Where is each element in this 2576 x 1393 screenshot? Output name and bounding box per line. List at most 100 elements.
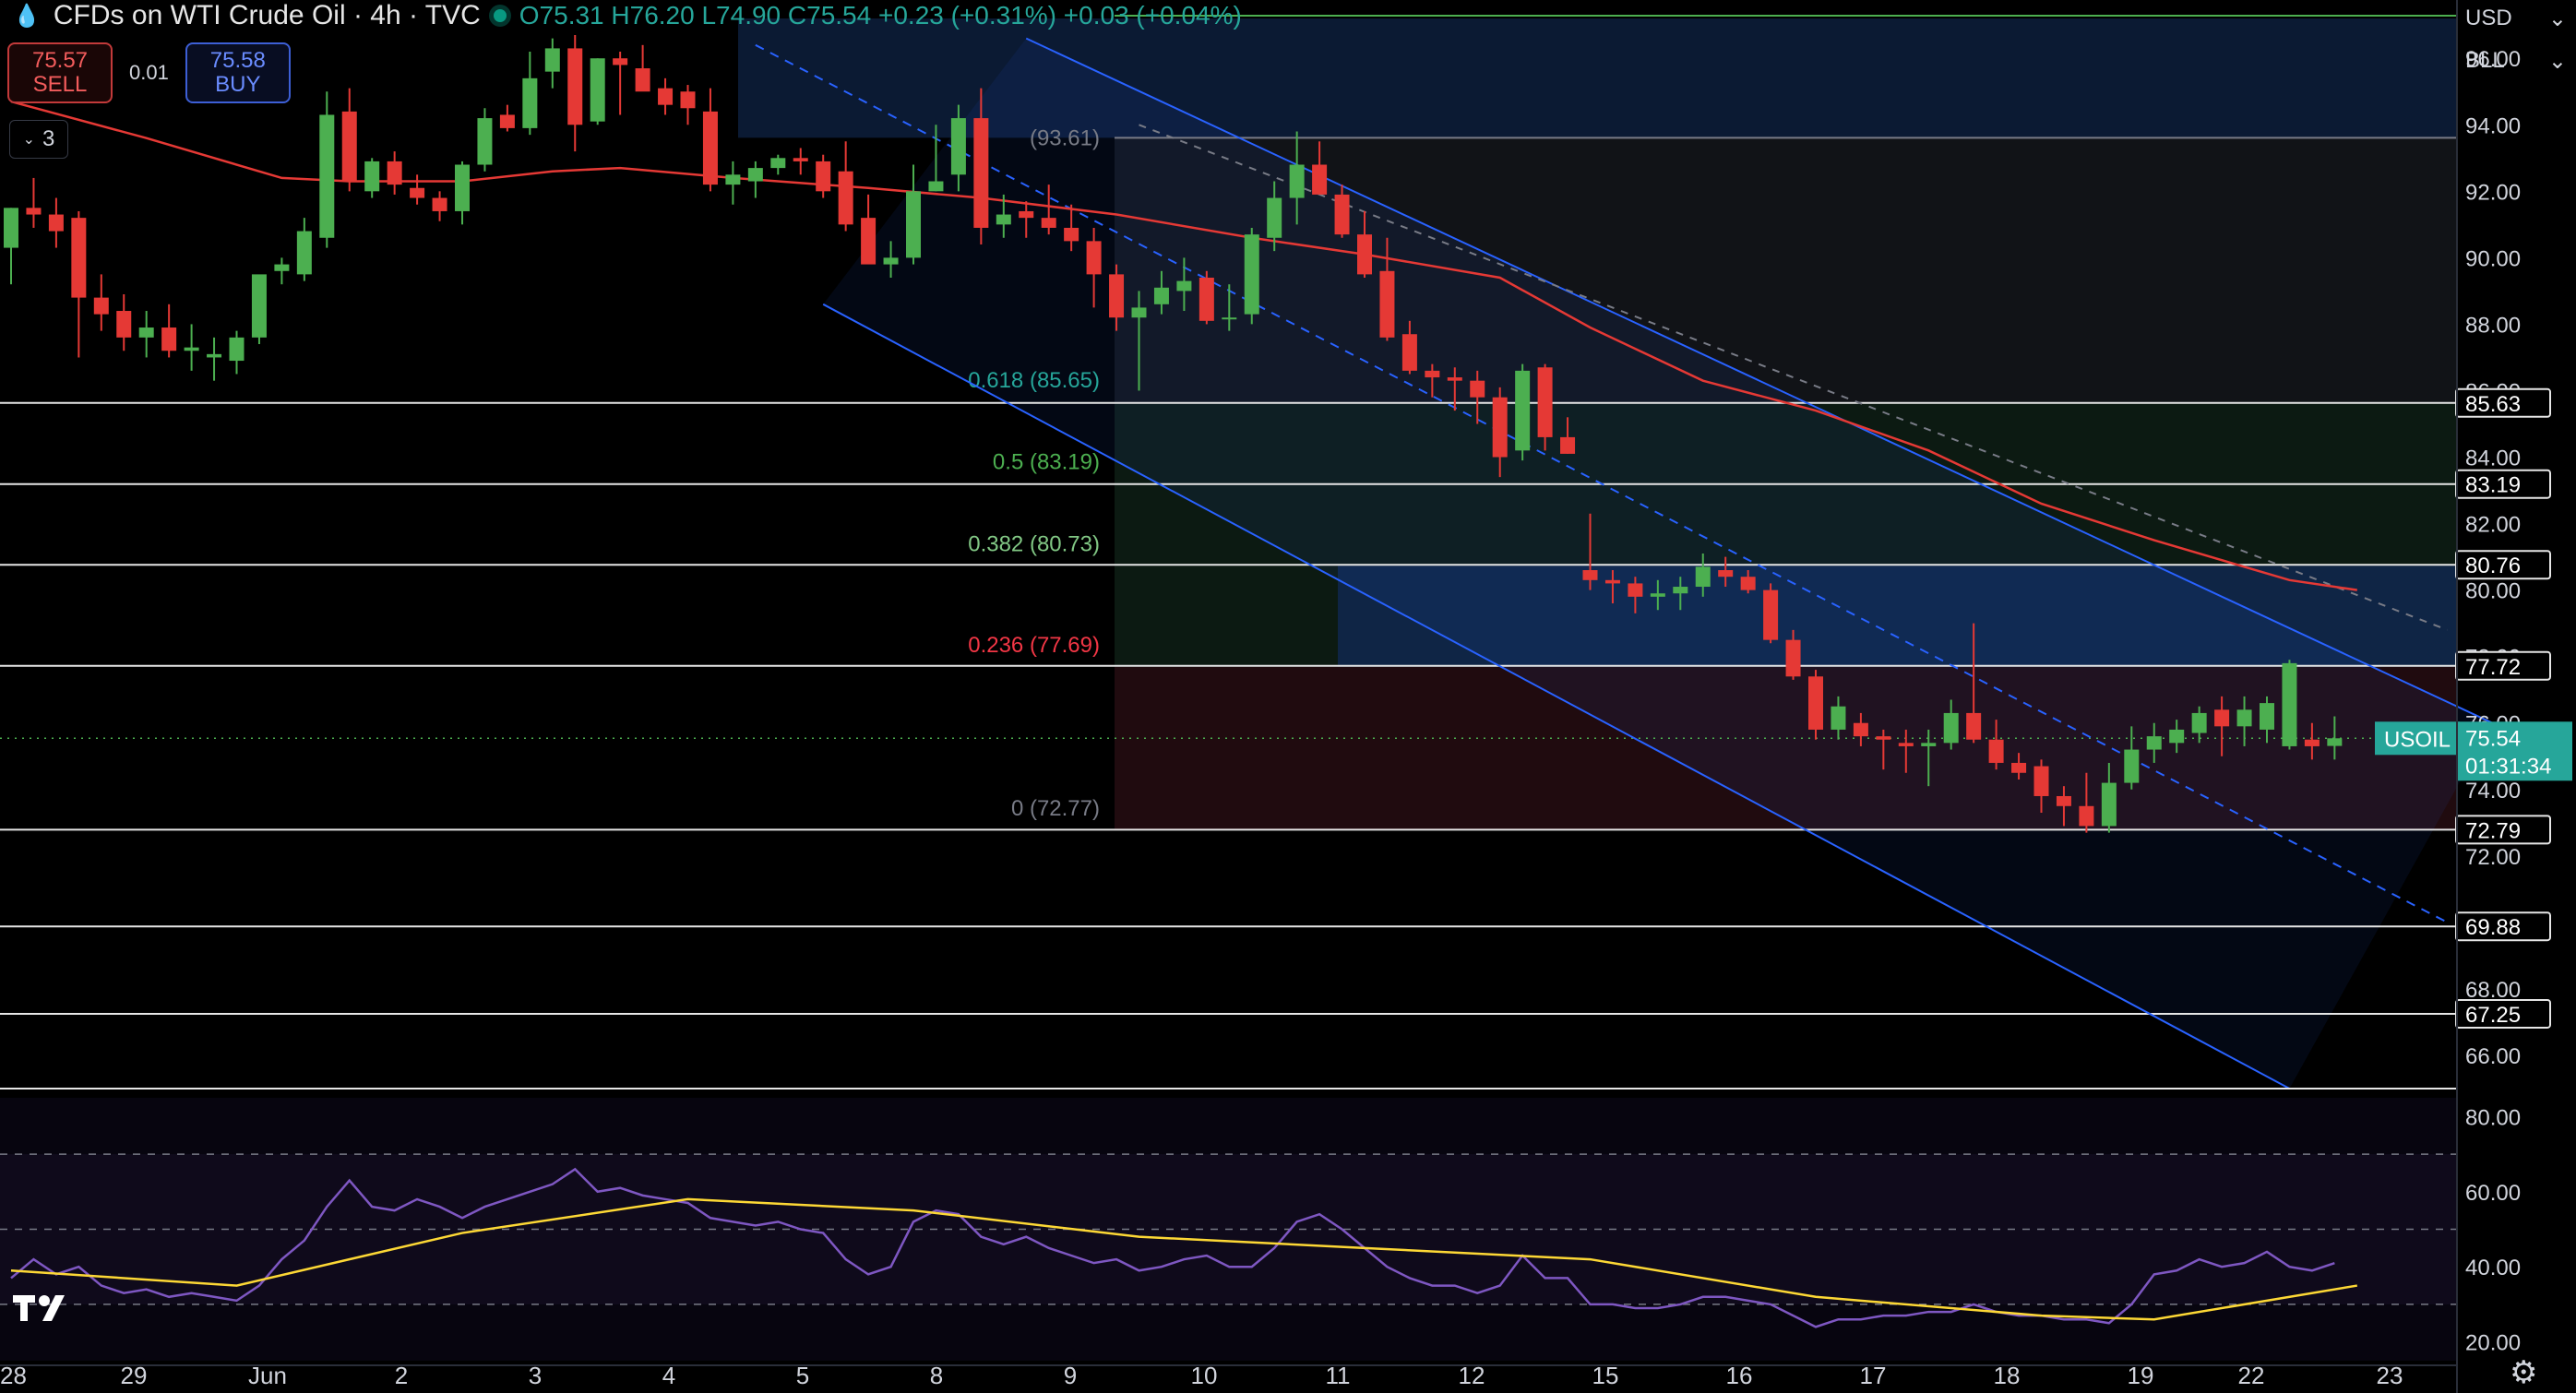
candle-body	[1966, 712, 1982, 740]
candle	[319, 91, 335, 248]
candle-body	[341, 111, 357, 182]
candle	[499, 104, 515, 132]
chevron-down-icon: ⌄	[22, 132, 36, 148]
candle	[747, 161, 763, 198]
candle-body	[1921, 743, 1937, 746]
candle-body	[1199, 277, 1214, 321]
x-tick-label: 17	[1860, 1362, 1887, 1389]
candle	[229, 330, 244, 375]
sell-button[interactable]: 75.57 SELL	[7, 42, 113, 103]
candle-body	[2327, 738, 2343, 746]
candle-body	[1447, 377, 1462, 381]
candle-body	[883, 257, 899, 265]
candle-body	[2304, 739, 2320, 746]
candle-body	[906, 191, 921, 258]
fib-label: 0.5 (83.19)	[993, 450, 1100, 475]
candle-body	[1831, 706, 1846, 730]
fib-label: 0 (72.77)	[1011, 796, 1100, 821]
candle-body	[770, 158, 786, 169]
x-tick-label: 15	[1592, 1362, 1619, 1389]
candle-body	[229, 337, 244, 362]
candle	[1763, 583, 1779, 644]
candle-body	[1153, 287, 1169, 304]
candle-body	[296, 231, 312, 275]
candle-body	[138, 327, 154, 338]
candle	[1244, 227, 1259, 325]
candle	[838, 141, 853, 232]
indicators-toggle[interactable]: ⌄ 3	[9, 120, 68, 159]
candle-body	[1560, 436, 1576, 454]
price-scale[interactable]	[2456, 0, 2576, 1393]
x-tick-label: 18	[1994, 1362, 2021, 1389]
chevron-down-icon: ⌄	[2547, 48, 2567, 74]
candle	[702, 88, 718, 192]
candle-body	[725, 174, 741, 185]
candle	[2282, 660, 2297, 750]
gear-icon[interactable]: ⚙	[2510, 1354, 2537, 1391]
candle-body	[1988, 739, 2004, 763]
candle-body	[1785, 639, 1801, 677]
candle-body	[71, 218, 87, 298]
currency-select[interactable]: USD ⌄	[2465, 0, 2567, 37]
candle	[544, 38, 560, 89]
candle-body	[1222, 317, 1237, 320]
symbol-tag-label: USOIL	[2384, 727, 2451, 752]
candle	[793, 148, 808, 175]
buy-button[interactable]: 75.58 BUY	[185, 42, 291, 103]
candle-body	[1086, 241, 1102, 275]
candle	[613, 52, 628, 115]
candle	[116, 294, 132, 351]
candle	[71, 210, 87, 358]
candle-body	[1943, 712, 1959, 744]
price-chart[interactable]: 0.618 (85.65) 0.5 (83.19) 0.382 (80.73) 0.2…	[0, 0, 2576, 1393]
x-tick-label: 4	[662, 1362, 675, 1389]
candle-body	[613, 58, 628, 65]
candle-body	[2056, 795, 2071, 806]
candle-body	[2169, 729, 2185, 744]
candle-body	[1515, 370, 1531, 451]
candle-body	[1425, 370, 1440, 378]
x-tick-label: 23	[2377, 1362, 2403, 1389]
candle-body	[4, 208, 18, 248]
candle	[410, 174, 425, 205]
unit-select[interactable]: BLL ⌄	[2465, 42, 2567, 79]
candle	[207, 337, 222, 381]
candle-body	[1718, 570, 1734, 577]
candle-body	[567, 48, 583, 125]
candle-body	[1244, 234, 1259, 315]
candle	[184, 324, 199, 371]
candle	[816, 154, 831, 198]
candle-body	[1876, 736, 1891, 740]
fib-label: 0.236 (77.69)	[968, 633, 1100, 658]
fib-label: 0.382 (80.73)	[968, 531, 1100, 556]
candle-body	[1131, 307, 1147, 318]
candle-body	[1379, 270, 1395, 338]
x-tick-label: 22	[2238, 1362, 2265, 1389]
candle-body	[1808, 676, 1823, 730]
x-tick-label: 5	[796, 1362, 809, 1389]
candle-body	[747, 168, 763, 182]
candle-body	[207, 353, 222, 358]
x-tick-label: 8	[930, 1362, 943, 1389]
candle-body	[2236, 709, 2252, 727]
spread-value: 0.01	[129, 61, 169, 84]
symbol-title[interactable]: CFDs on WTI Crude Oil · 4h · TVC	[54, 0, 481, 31]
candle	[770, 154, 786, 175]
candle-body	[26, 208, 42, 215]
candle-body	[251, 274, 267, 338]
tradingview-logo-icon	[13, 1292, 79, 1329]
candle-body	[2146, 736, 2162, 750]
candle	[387, 151, 402, 195]
x-tick-label: 2	[395, 1362, 408, 1389]
candle-body	[928, 181, 944, 192]
candle-body	[816, 161, 831, 192]
candle-body	[1740, 577, 1756, 590]
candle-body	[274, 264, 290, 271]
candle	[4, 208, 18, 285]
candle-body	[1019, 210, 1034, 219]
candle-body	[1853, 722, 1868, 737]
candle-body	[1650, 593, 1665, 597]
x-tick-label: 9	[1064, 1362, 1077, 1389]
candle	[341, 88, 357, 192]
candle-body	[973, 118, 989, 228]
